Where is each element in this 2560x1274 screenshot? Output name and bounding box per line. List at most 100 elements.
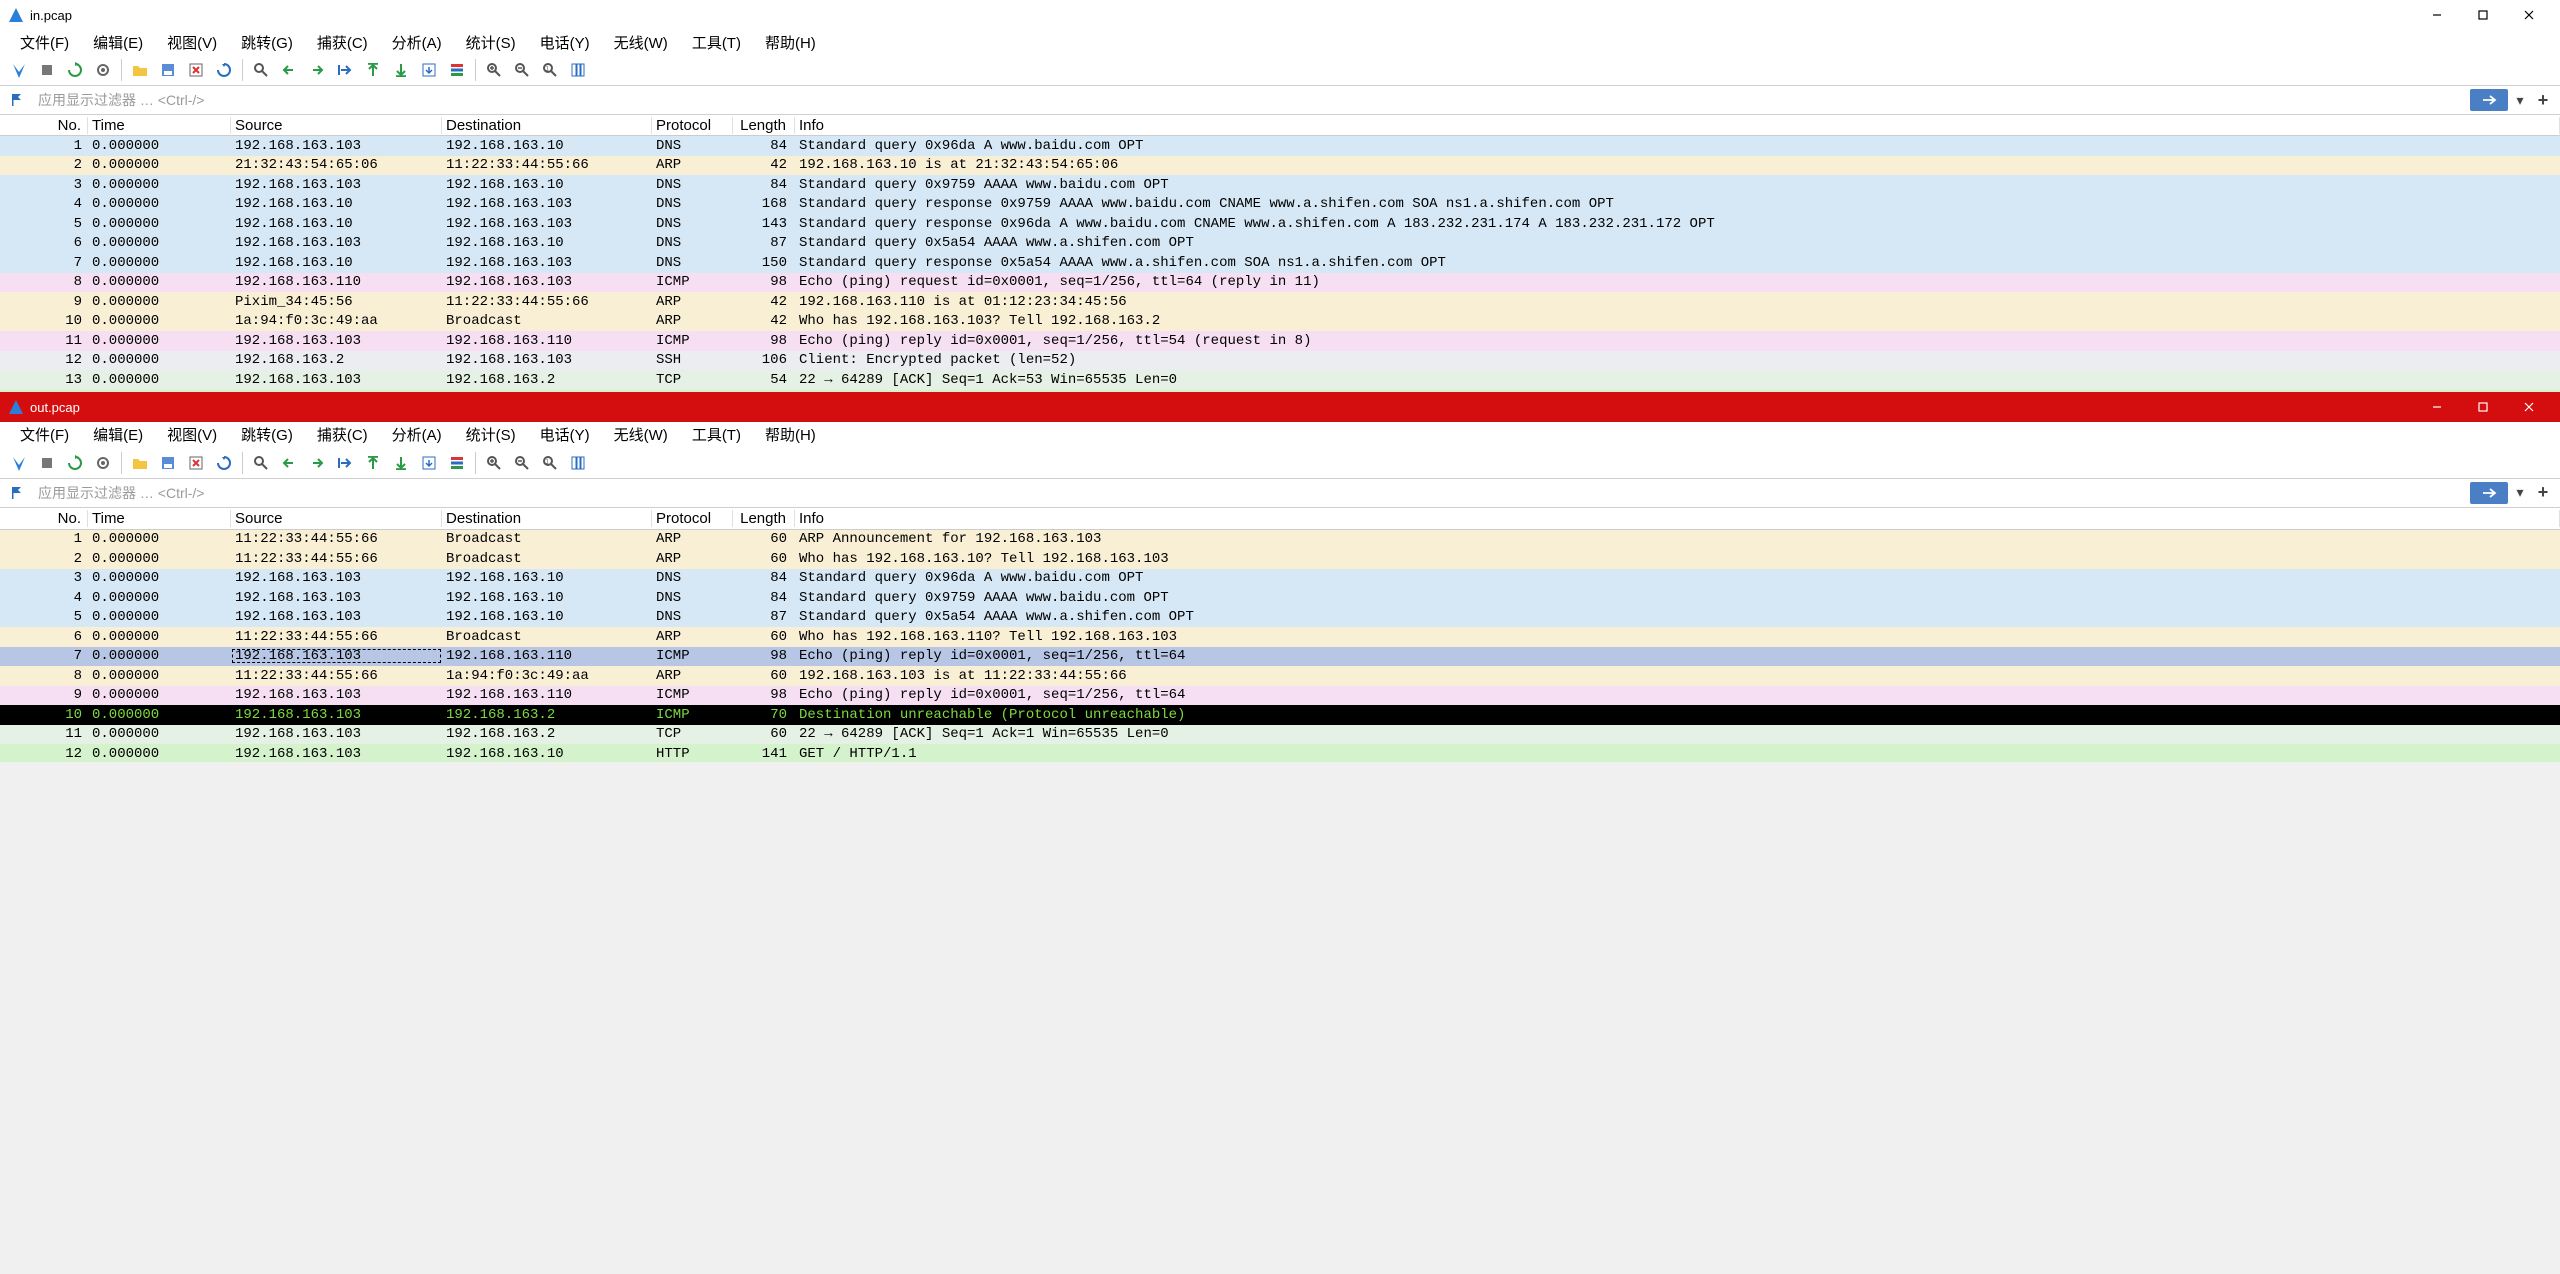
filter-dropdown[interactable]: ▾ — [2512, 482, 2528, 504]
menu-item[interactable]: 帮助(H) — [753, 30, 828, 55]
packet-row[interactable]: 90.000000192.168.163.103192.168.163.110I… — [0, 686, 2560, 706]
max-button[interactable] — [2460, 392, 2506, 422]
filter-dropdown[interactable]: ▾ — [2512, 89, 2528, 111]
col-length[interactable]: Length — [733, 117, 795, 134]
colorize-icon[interactable] — [444, 450, 470, 476]
reload-file-icon[interactable] — [211, 450, 237, 476]
close-button[interactable] — [2506, 392, 2552, 422]
menu-item[interactable]: 无线(W) — [602, 30, 680, 55]
start-capture-icon[interactable] — [6, 450, 32, 476]
reload-file-icon[interactable] — [211, 57, 237, 83]
find-icon[interactable] — [248, 450, 274, 476]
auto-scroll-icon[interactable] — [416, 57, 442, 83]
restart-capture-icon[interactable] — [62, 450, 88, 476]
add-filter-button[interactable]: + — [2532, 89, 2554, 111]
col-source[interactable]: Source — [231, 510, 442, 527]
menu-item[interactable]: 编辑(E) — [81, 422, 155, 447]
col-no[interactable]: No. — [0, 117, 88, 134]
bookmark-icon[interactable] — [6, 89, 28, 111]
col-length[interactable]: Length — [733, 510, 795, 527]
go-last-icon[interactable] — [388, 57, 414, 83]
packet-row[interactable]: 80.000000192.168.163.110192.168.163.103I… — [0, 273, 2560, 293]
go-forward-icon[interactable] — [304, 450, 330, 476]
packet-row[interactable]: 130.000000192.168.163.103192.168.163.2TC… — [0, 370, 2560, 390]
packet-row[interactable]: 80.00000011:22:33:44:55:661a:94:f0:3c:49… — [0, 666, 2560, 686]
auto-scroll-icon[interactable] — [416, 450, 442, 476]
zoom-reset-icon[interactable]: 1 — [537, 450, 563, 476]
packet-list[interactable]: 10.000000192.168.163.103192.168.163.10DN… — [0, 136, 2560, 392]
start-capture-icon[interactable] — [6, 57, 32, 83]
packet-row[interactable]: 110.000000192.168.163.103192.168.163.2TC… — [0, 725, 2560, 745]
menu-item[interactable]: 分析(A) — [380, 422, 454, 447]
display-filter-input[interactable] — [32, 481, 2466, 505]
menu-item[interactable]: 电话(Y) — [528, 422, 602, 447]
packet-row[interactable]: 120.000000192.168.163.2192.168.163.103SS… — [0, 351, 2560, 371]
packet-row[interactable]: 20.00000021:32:43:54:65:0611:22:33:44:55… — [0, 156, 2560, 176]
packet-row[interactable]: 40.000000192.168.163.10192.168.163.103DN… — [0, 195, 2560, 215]
display-filter-input[interactable] — [32, 88, 2466, 112]
menu-item[interactable]: 跳转(G) — [229, 30, 305, 55]
zoom-in-icon[interactable] — [481, 57, 507, 83]
capture-options-icon[interactable] — [90, 450, 116, 476]
menu-item[interactable]: 文件(F) — [8, 30, 81, 55]
stop-capture-icon[interactable] — [34, 57, 60, 83]
packet-row[interactable]: 120.000000192.168.163.103192.168.163.10H… — [0, 744, 2560, 762]
col-time[interactable]: Time — [88, 510, 231, 527]
go-to-packet-icon[interactable] — [332, 57, 358, 83]
go-forward-icon[interactable] — [304, 57, 330, 83]
menu-item[interactable]: 捕获(C) — [305, 422, 380, 447]
menu-item[interactable]: 文件(F) — [8, 422, 81, 447]
stop-capture-icon[interactable] — [34, 450, 60, 476]
go-first-icon[interactable] — [360, 57, 386, 83]
col-info[interactable]: Info — [795, 117, 2560, 134]
zoom-out-icon[interactable] — [509, 57, 535, 83]
packet-row[interactable]: 50.000000192.168.163.103192.168.163.10DN… — [0, 608, 2560, 628]
packet-row[interactable]: 70.000000192.168.163.10192.168.163.103DN… — [0, 253, 2560, 273]
packet-row[interactable]: 70.000000192.168.163.103192.168.163.110I… — [0, 647, 2560, 667]
add-filter-button[interactable]: + — [2532, 482, 2554, 504]
save-file-icon[interactable] — [155, 57, 181, 83]
col-protocol[interactable]: Protocol — [652, 510, 733, 527]
col-no[interactable]: No. — [0, 510, 88, 527]
zoom-reset-icon[interactable]: 1 — [537, 57, 563, 83]
menu-item[interactable]: 工具(T) — [680, 422, 753, 447]
packet-row[interactable]: 100.0000001a:94:f0:3c:49:aaBroadcastARP4… — [0, 312, 2560, 332]
packet-row[interactable]: 50.000000192.168.163.10192.168.163.103DN… — [0, 214, 2560, 234]
menu-item[interactable]: 统计(S) — [454, 30, 528, 55]
packet-row[interactable]: 100.000000192.168.163.103192.168.163.2IC… — [0, 705, 2560, 725]
close-file-icon[interactable] — [183, 57, 209, 83]
packet-row[interactable]: 110.000000192.168.163.103192.168.163.110… — [0, 331, 2560, 351]
menu-item[interactable]: 帮助(H) — [753, 422, 828, 447]
packet-row[interactable]: 40.000000192.168.163.103192.168.163.10DN… — [0, 588, 2560, 608]
packet-row[interactable]: 30.000000192.168.163.103192.168.163.10DN… — [0, 569, 2560, 589]
menu-item[interactable]: 视图(V) — [155, 422, 229, 447]
zoom-out-icon[interactable] — [509, 450, 535, 476]
zoom-in-icon[interactable] — [481, 450, 507, 476]
max-button[interactable] — [2460, 0, 2506, 30]
min-button[interactable] — [2414, 392, 2460, 422]
go-back-icon[interactable] — [276, 57, 302, 83]
packet-row[interactable]: 90.000000Pixim_34:45:5611:22:33:44:55:66… — [0, 292, 2560, 312]
find-icon[interactable] — [248, 57, 274, 83]
save-file-icon[interactable] — [155, 450, 181, 476]
packet-row[interactable]: 60.000000192.168.163.103192.168.163.10DN… — [0, 234, 2560, 254]
bookmark-icon[interactable] — [6, 482, 28, 504]
col-protocol[interactable]: Protocol — [652, 117, 733, 134]
packet-row[interactable]: 10.00000011:22:33:44:55:66BroadcastARP60… — [0, 530, 2560, 550]
open-file-icon[interactable] — [127, 57, 153, 83]
resize-columns-icon[interactable] — [565, 450, 591, 476]
packet-row[interactable]: 20.00000011:22:33:44:55:66BroadcastARP60… — [0, 549, 2560, 569]
menu-item[interactable]: 电话(Y) — [528, 30, 602, 55]
min-button[interactable] — [2414, 0, 2460, 30]
menu-item[interactable]: 跳转(G) — [229, 422, 305, 447]
menu-item[interactable]: 编辑(E) — [81, 30, 155, 55]
packet-row[interactable]: 60.00000011:22:33:44:55:66BroadcastARP60… — [0, 627, 2560, 647]
apply-filter-button[interactable] — [2470, 482, 2508, 504]
menu-item[interactable]: 无线(W) — [602, 422, 680, 447]
close-file-icon[interactable] — [183, 450, 209, 476]
packet-row[interactable]: 30.000000192.168.163.103192.168.163.10DN… — [0, 175, 2560, 195]
go-first-icon[interactable] — [360, 450, 386, 476]
colorize-icon[interactable] — [444, 57, 470, 83]
col-destination[interactable]: Destination — [442, 117, 652, 134]
capture-options-icon[interactable] — [90, 57, 116, 83]
